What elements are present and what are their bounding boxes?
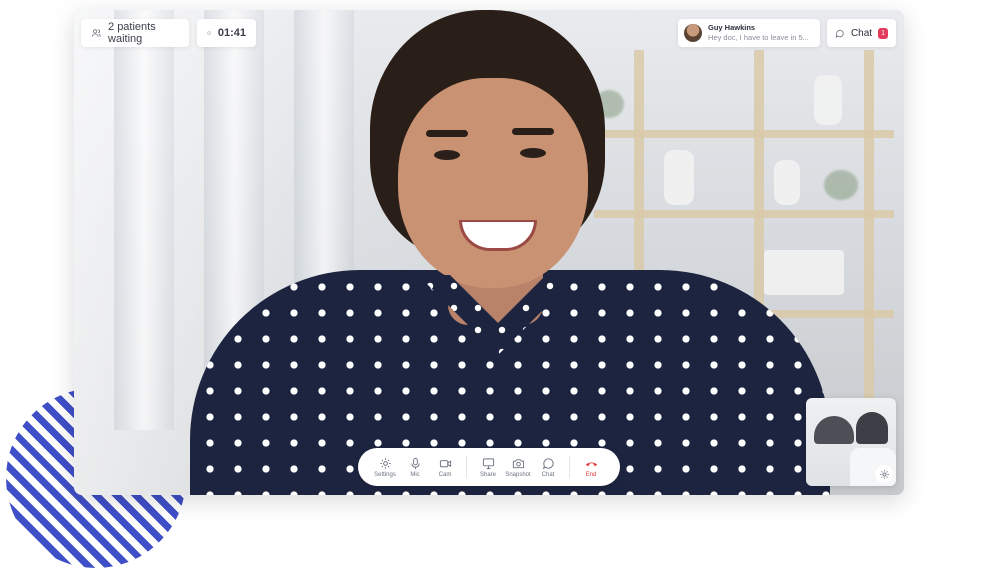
chat-unread-badge: 1	[878, 27, 888, 39]
chat-button[interactable]: Chat 1	[827, 19, 896, 47]
shelf-post	[864, 50, 874, 410]
incoming-message-card[interactable]: Guy Hawkins Hey doc, I have to leave in …	[678, 19, 820, 47]
cam-control-label: Cam	[438, 471, 452, 478]
share-control[interactable]: Share	[473, 457, 503, 478]
gear-icon	[879, 469, 889, 479]
chat-bubble-icon	[835, 29, 844, 38]
patients-waiting-pill[interactable]: 2 patients waiting	[81, 19, 189, 47]
video-call-frame	[74, 10, 904, 495]
call-control-bar: Settings Mic Cam Share Snapshot Chat End	[358, 448, 620, 486]
person-eye	[520, 148, 546, 158]
message-preview-text: Hey doc, I have to leave in 5...	[708, 33, 809, 42]
mic-control-label: Mic	[410, 471, 420, 478]
chat-control[interactable]: Chat	[533, 457, 563, 478]
end-call-control-label: End	[585, 471, 597, 478]
chat-control-label: Chat	[541, 471, 555, 478]
snapshot-control[interactable]: Snapshot	[503, 457, 533, 478]
self-view-person	[856, 412, 888, 444]
chat-button-label: Chat	[850, 27, 873, 39]
self-view-person	[814, 416, 854, 444]
storage-box	[764, 250, 844, 295]
snapshot-control-label: Snapshot	[505, 471, 531, 478]
self-view-video[interactable]	[806, 398, 896, 486]
self-view-settings-button[interactable]	[875, 465, 893, 483]
mic-control[interactable]: Mic	[400, 457, 430, 478]
plant	[824, 170, 858, 200]
person-brow	[426, 130, 468, 137]
gear-icon	[379, 457, 391, 469]
patients-waiting-text: 2 patients waiting	[108, 21, 156, 45]
clock-icon	[207, 31, 211, 35]
end-call-icon	[585, 462, 597, 466]
share-control-label: Share	[479, 471, 496, 478]
settings-control-label: Settings	[374, 471, 396, 478]
cam-control[interactable]: Cam	[430, 457, 460, 478]
control-divider	[466, 456, 467, 478]
sender-avatar	[684, 24, 702, 42]
chat-bubble-icon	[542, 457, 554, 469]
call-timer-text: 01:41	[217, 27, 246, 39]
vase	[814, 75, 842, 125]
people-icon	[91, 29, 101, 37]
person-brow	[512, 128, 554, 135]
shelf-board	[594, 210, 894, 218]
shelf-board	[594, 130, 894, 138]
snapshot-camera-icon	[512, 458, 524, 468]
end-call-control[interactable]: End	[576, 457, 606, 478]
control-divider	[569, 456, 570, 478]
curtain	[114, 10, 174, 430]
message-sender-name: Guy Hawkins	[708, 23, 756, 32]
camera-video-icon	[439, 459, 451, 467]
person-eye	[434, 150, 460, 160]
monitor-share-icon	[482, 457, 494, 469]
vase	[664, 150, 694, 205]
vase	[774, 160, 800, 205]
call-timer-pill: 01:41	[197, 19, 256, 47]
microphone-icon	[410, 457, 420, 469]
settings-control[interactable]: Settings	[370, 457, 400, 478]
person-face	[398, 78, 588, 288]
